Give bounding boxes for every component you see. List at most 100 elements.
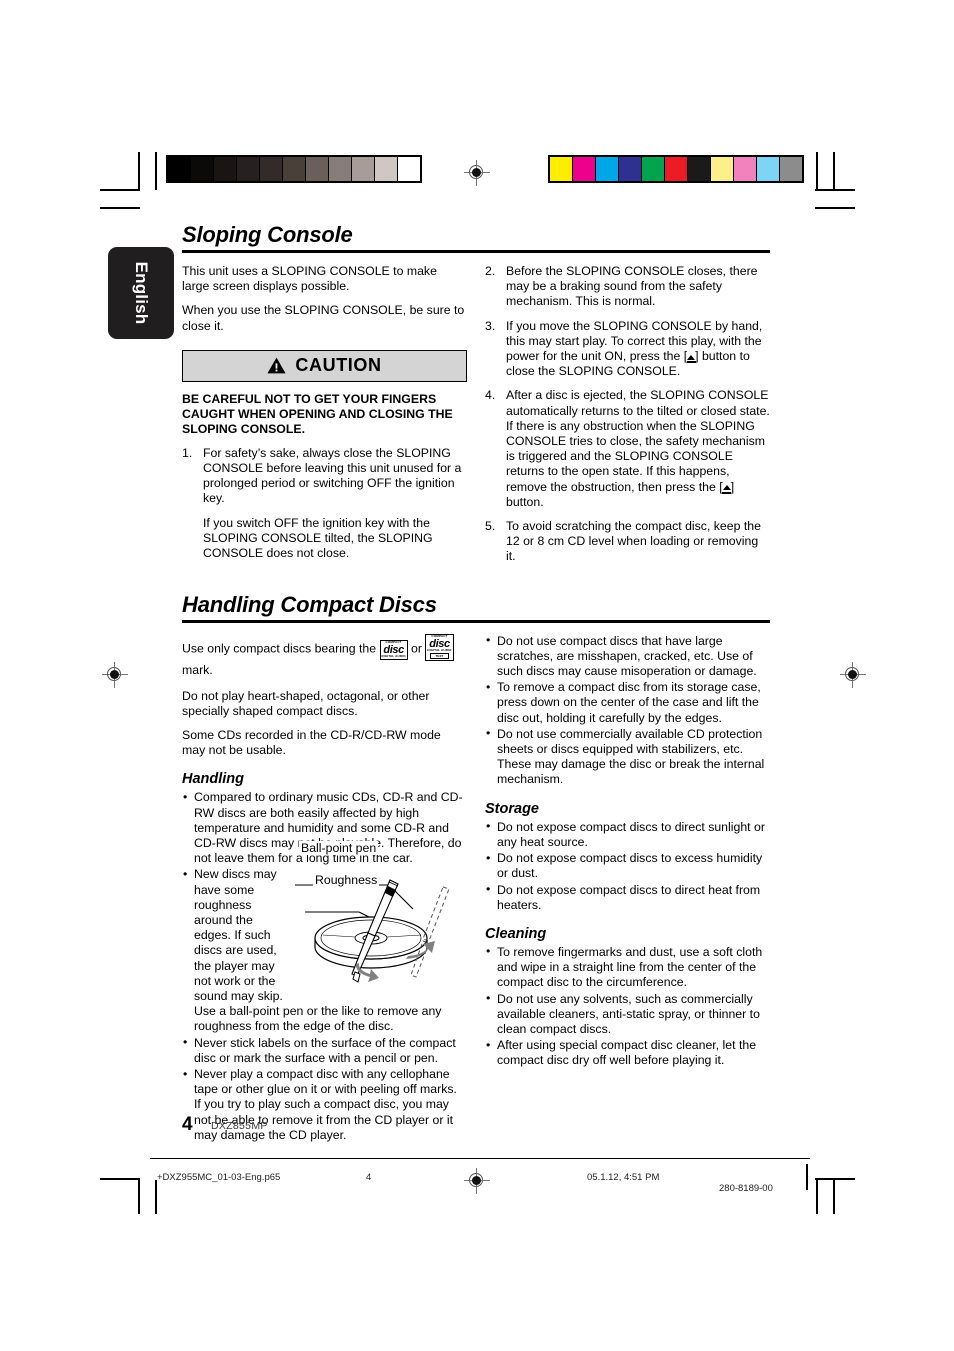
list-item: New discs may have some roughness around…	[182, 867, 467, 1034]
color-swatch	[618, 157, 641, 181]
compact-disc-digital-audio-logo: COMPACT disc DIGITAL AUDIO	[379, 639, 408, 661]
list-item-text: Before the SLOPING CONSOLE closes, there…	[506, 264, 758, 309]
section-sloping-console: This unit uses a SLOPING CONSOLE to make…	[182, 264, 770, 574]
crop-mark	[155, 1180, 157, 1214]
list-item: Never stick labels on the surface of the…	[182, 1035, 467, 1066]
handling-paragraph: Do not play heart-shaped, octagonal, or …	[182, 688, 430, 718]
registration-mark-left	[102, 662, 128, 688]
list-item: After using special compact disc cleaner…	[485, 1038, 770, 1068]
registration-mark-right	[840, 662, 866, 688]
cleaning-bullet-list: To remove fingermarks and dust, use a so…	[485, 944, 770, 1069]
language-tab: English	[108, 247, 174, 339]
crop-mark	[100, 1178, 140, 1180]
list-item: Do not use any solvents, such as commerc…	[485, 991, 770, 1038]
list-item: 5. To avoid scratching the compact disc,…	[485, 519, 770, 565]
list-item-text-pre: After a disc is ejected, the SLOPING CON…	[506, 388, 770, 494]
handling-paragraph: Some CDs recorded in the CD-R/CD-RW mode…	[182, 727, 441, 758]
crop-mark	[815, 207, 855, 209]
footer-doc-code: 280-8189-00	[719, 1183, 773, 1194]
crop-mark	[816, 1180, 818, 1214]
grayscale-swatch	[397, 157, 420, 181]
eject-icon	[686, 354, 696, 364]
list-item-number: 2.	[485, 264, 496, 278]
footer-timestamp: 05.1.12, 4:51 PM	[587, 1172, 660, 1183]
color-swatch	[687, 157, 710, 181]
registration-mark-bottom	[464, 1168, 490, 1194]
crop-mark	[833, 152, 835, 190]
color-swatch	[572, 157, 595, 181]
color-swatch	[550, 157, 572, 181]
list-item-number: 4.	[485, 388, 496, 403]
list-item-number: 5.	[485, 519, 496, 534]
grayscale-swatch	[328, 157, 351, 181]
crop-mark	[100, 207, 140, 209]
compact-disc-digital-audio-text-logo: COMPACT disc DIGITAL AUDIO TEXT	[425, 633, 454, 661]
list-item: 4. After a disc is ejected, the SLOPING …	[485, 388, 770, 510]
grayscale-swatch	[213, 157, 236, 181]
storage-bullet-list: Do not expose compact discs to direct su…	[485, 819, 770, 913]
list-item-number: 3.	[485, 318, 496, 333]
caution-banner: CAUTION	[182, 349, 467, 382]
list-item-number: 1.	[182, 445, 193, 460]
crop-mark	[833, 1180, 835, 1214]
caution-body-text: BE CAREFUL NOT TO GET YOUR FINGERS CAUGH…	[182, 391, 453, 436]
sloping-console-left-list: 1. For safety’s sake, always close the S…	[182, 446, 467, 561]
disc-logo-text-pre: Use only compact discs bearing the	[182, 641, 380, 656]
list-item: To remove fingermarks and dust, use a so…	[485, 944, 770, 991]
subsection-heading-storage: Storage	[485, 800, 539, 817]
subsection-heading-handling: Handling	[182, 771, 245, 788]
grayscale-swatch	[374, 157, 397, 181]
intro-paragraph: When you use the SLOPING CONSOLE, be sur…	[182, 303, 465, 333]
footer-rule	[150, 1158, 810, 1159]
grayscale-swatch	[259, 157, 282, 181]
color-swatch	[664, 157, 687, 181]
footer-filename: +DXZ955MC_01-03-Eng.p65	[157, 1172, 281, 1183]
footer-edge-mark	[806, 1164, 808, 1190]
eject-icon	[722, 485, 732, 494]
page-title: Sloping Console	[182, 222, 353, 247]
language-tab-label: English	[132, 261, 151, 325]
sloping-console-left-column: This unit uses a SLOPING CONSOLE to make…	[182, 264, 467, 574]
title-rule	[182, 619, 770, 623]
crop-mark	[816, 152, 818, 190]
crop-mark	[138, 1180, 140, 1214]
sloping-console-right-column: 2. Before the SLOPING CONSOLE closes, th…	[485, 264, 770, 574]
list-item: Do not expose compact discs to excess hu…	[485, 851, 770, 881]
list-item: Do not use compact discs that have large…	[485, 633, 770, 680]
list-item-paragraph: If you switch OFF the ignition key with …	[203, 515, 433, 561]
list-item: Do not expose compact discs to direct su…	[485, 819, 770, 850]
disc-care-bullet-list: Do not use compact discs that have large…	[485, 633, 770, 788]
crop-mark	[815, 1178, 855, 1180]
title-rule	[182, 250, 770, 253]
handling-right-column: Do not use compact discs that have large…	[485, 633, 770, 1152]
list-item-text: After a disc is ejected, the SLOPING CON…	[506, 388, 770, 510]
color-swatch	[710, 157, 733, 181]
callout-label-roughness: Roughness	[313, 873, 380, 887]
grayscale-swatch	[282, 157, 305, 181]
color-swatch	[733, 157, 756, 181]
list-item-text: For safety’s sake, always close the SLOP…	[203, 446, 467, 561]
list-item-text: If you move the SLOPING CONSOLE by hand,…	[506, 319, 770, 380]
grayscale-calibration-strip	[166, 155, 422, 183]
list-item: 1. For safety’s sake, always close the S…	[182, 446, 467, 561]
grayscale-swatch	[305, 157, 328, 181]
crop-mark	[815, 189, 855, 191]
grayscale-swatch	[190, 157, 213, 181]
handling-left-column: Use only compact discs bearing the COMPA…	[182, 633, 467, 1152]
section-handling-compact-discs: Use only compact discs bearing the COMPA…	[182, 633, 770, 1152]
disc-logo-text-or: or	[407, 641, 426, 656]
grayscale-swatch	[236, 157, 259, 181]
color-swatch	[756, 157, 779, 181]
intro-paragraph: This unit uses a SLOPING CONSOLE to make…	[182, 264, 437, 294]
registration-mark-top	[464, 160, 490, 186]
color-swatch	[641, 157, 664, 181]
list-item: 3. If you move the SLOPING CONSOLE by ha…	[485, 319, 770, 380]
list-item: Do not use commercially available CD pro…	[485, 726, 770, 788]
manual-page: English Sloping Console This unit uses a…	[0, 0, 954, 1351]
grayscale-swatch	[168, 157, 190, 181]
color-swatch	[595, 157, 618, 181]
grayscale-swatch	[351, 157, 374, 181]
warning-triangle-icon	[267, 357, 286, 374]
list-item-text: To avoid scratching the compact disc, ke…	[506, 519, 761, 564]
page-title: Handling Compact Discs	[182, 591, 437, 617]
